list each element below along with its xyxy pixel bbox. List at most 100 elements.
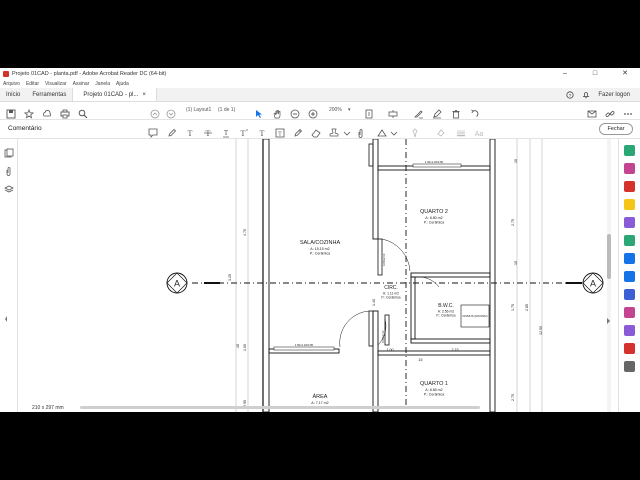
sign-icon[interactable] [414,106,424,119]
stamp-icon[interactable] [329,125,339,137]
comment-tool-icon[interactable] [624,199,635,210]
right-panel-collapse-icon[interactable] [606,311,610,324]
text-box-icon[interactable]: T [275,125,285,138]
svg-text:T: T [224,129,229,137]
add-text-icon[interactable]: T [257,125,267,138]
pen-icon[interactable] [167,125,177,137]
right-tools-rail [607,139,640,412]
more-tools-icon[interactable] [624,361,635,372]
search-icon[interactable] [78,106,88,119]
bell-icon[interactable] [582,91,590,99]
menu-editar[interactable]: Editar [26,81,39,87]
room-quarto2-name: QUARTO 2 [420,209,448,215]
create-pdf-icon[interactable] [624,163,635,174]
highlight-icon[interactable] [432,106,442,119]
vertical-scrollbar[interactable] [607,139,611,412]
link-icon[interactable] [605,106,615,117]
layers-icon[interactable] [4,181,14,193]
color-fill-icon[interactable] [436,125,446,137]
fit-page-icon[interactable] [364,106,374,119]
scan-icon[interactable] [624,253,635,264]
attach-icon[interactable] [356,125,366,138]
organize-pages-icon[interactable] [624,235,635,246]
login-link[interactable]: Fazer logon [598,92,630,98]
font-icon[interactable]: Aa [474,125,484,138]
underline-text-icon[interactable]: T [221,125,231,138]
combine-files-icon[interactable] [624,217,635,228]
close-window-button[interactable]: ✕ [610,68,640,80]
star-icon[interactable] [23,106,35,119]
text-edit-icon[interactable]: T [185,125,195,138]
left-panel-collapse-icon[interactable] [4,311,8,322]
sticky-note-icon[interactable] [148,125,158,138]
tab-tools[interactable]: Ferramentas [26,88,72,101]
room-area-name: ÁREA [313,393,328,400]
select-cursor-icon[interactable] [254,106,264,118]
prev-page-icon[interactable] [150,106,160,119]
more-options-icon[interactable] [623,106,633,116]
stamp-dropdown-chevron-icon[interactable] [342,125,352,136]
zoom-out-icon[interactable] [290,106,300,119]
menu-janela[interactable]: Janela [95,81,110,87]
edit-pdf-icon[interactable] [624,181,635,192]
horizontal-scrollbar[interactable] [80,406,480,409]
maximize-button[interactable]: □ [580,68,610,80]
svg-text:T: T [278,132,282,138]
tab-home[interactable]: Início [0,88,26,101]
tab-document[interactable]: Projeto 01CAD - pl... × [72,88,157,101]
door-label-circ: 0.80x2.10 [381,330,385,343]
prepare-form-icon[interactable] [624,343,635,354]
print-icon[interactable] [60,106,70,119]
zoom-in-icon[interactable] [308,106,318,119]
shapes-dropdown-chevron-icon[interactable] [389,125,399,136]
room-quarto2-area: A: 8.80 m2 [425,216,442,220]
help-icon[interactable]: ? [566,90,574,99]
upload-icon[interactable] [42,106,52,117]
eraser-icon[interactable] [311,125,321,138]
room-quarto2-floor: P.: Cerâmica [424,221,444,225]
page-layout-label[interactable]: (1) Layout1 [186,107,211,113]
dim-15-right: .15 [514,261,518,266]
room-area-area: A: 7.17 m2 [311,401,328,405]
dim-470: 4.70 [243,229,247,236]
pencil-icon[interactable] [293,125,303,137]
zoom-dropdown-chevron-icon[interactable]: ▾ [348,107,351,113]
delete-icon[interactable] [451,106,461,119]
hand-tool-icon[interactable] [272,106,282,119]
dim-15-mid: .15 [418,358,423,362]
shapes-icon[interactable] [377,125,387,137]
tab-document-close[interactable]: × [142,92,146,98]
zoom-level-select[interactable]: 200% [329,107,342,113]
line-width-icon[interactable] [456,125,466,137]
undo-icon[interactable] [469,106,479,117]
page-count-label: (1 de 1) [218,107,236,113]
export-pdf-icon[interactable] [624,145,635,156]
compress-icon[interactable] [624,271,635,282]
save-icon[interactable] [6,106,16,119]
minimize-button[interactable]: – [550,68,580,80]
page-size-label: 210 x 297 mm [32,405,64,411]
strikethrough-text-icon[interactable]: T [203,125,213,138]
comment-toolbar: Comentário T T T T T T Aa Fechar [0,120,640,139]
left-navigation-rail [0,139,18,412]
pin-icon[interactable] [410,125,420,138]
menu-arquivo[interactable]: Arquivo [3,81,20,87]
menu-ajuda[interactable]: Ajuda [116,81,129,87]
send-signature-icon[interactable] [624,325,635,336]
dim-215: 2.15 [452,348,459,352]
vertical-scrollbar-thumb[interactable] [607,234,611,279]
dim-285: 2.85 [525,304,529,311]
fill-sign-icon[interactable] [624,307,635,318]
protect-icon[interactable] [624,289,635,300]
page-thumbnails-icon[interactable] [4,145,14,158]
scroll-mode-icon[interactable] [388,106,398,118]
menu-assinar[interactable]: Assinar [73,81,90,87]
menu-visualizar[interactable]: Visualizar [45,81,67,87]
share-icon[interactable] [587,106,597,118]
close-comment-button[interactable]: Fechar [599,123,633,135]
next-page-icon[interactable] [166,106,176,119]
replace-text-icon[interactable]: T [239,125,249,138]
attachments-icon[interactable] [4,163,14,176]
document-view[interactable]: A A SALA/COZINHA A: 15.15 m2 P.: Cerâmic… [18,139,618,412]
room-circ-name: CIRC. [384,285,398,291]
